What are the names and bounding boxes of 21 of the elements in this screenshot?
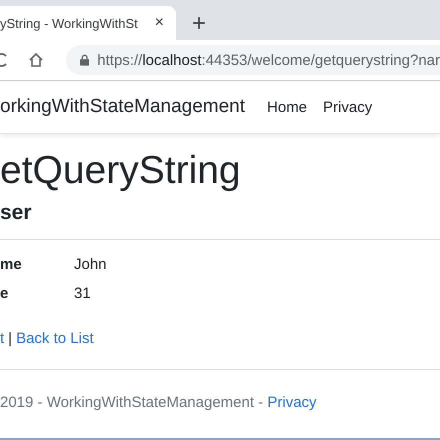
nav-link[interactable]: Home [267,98,308,116]
field-value: John [74,256,108,273]
browser-tab[interactable]: yString - WorkingWithSt × [0,6,176,40]
close-icon[interactable]: × [154,14,164,32]
home-icon[interactable] [28,52,44,68]
action-link[interactable]: Back to List [16,330,94,347]
brand-link[interactable]: orkingWithStateManagement [0,96,246,118]
lock-icon [80,54,90,66]
action-link[interactable]: t [0,330,4,347]
field-label: e [0,284,10,302]
section-heading: ser [0,200,33,225]
page-title: etQueryString [0,150,242,193]
reload-icon[interactable] [0,52,8,68]
field-label: me [0,256,23,273]
separator: | [8,330,12,347]
address-bar[interactable]: https://localhost:44353/welcome/getquerystring?nar [66,45,440,75]
privacy-link[interactable]: Privacy [267,394,317,411]
field-value: 31 [74,284,92,302]
footer-text: 2019 - WorkingWithStateManagement - [0,394,264,411]
new-tab-button[interactable]: + [192,12,206,36]
nav-link[interactable]: Privacy [323,98,372,116]
